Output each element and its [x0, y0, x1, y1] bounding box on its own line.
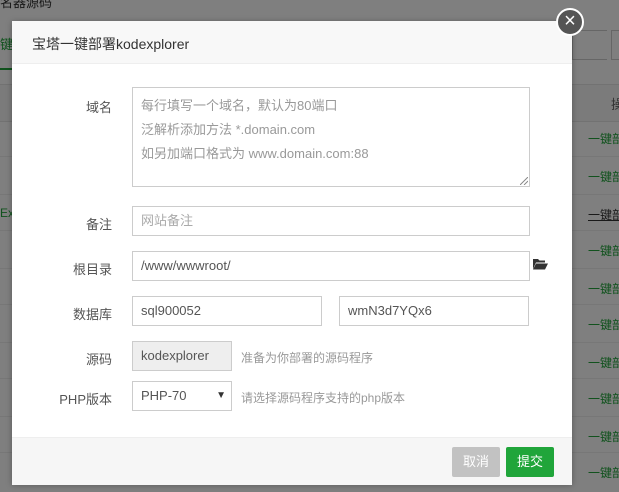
close-icon[interactable]: × [556, 8, 584, 36]
cancel-button[interactable]: 取消 [452, 447, 501, 477]
remark-input[interactable]: 网站备注 [132, 206, 530, 236]
root-dir-input[interactable]: /www/wwwroot/ [132, 251, 530, 281]
source-hint: 准备为你部署的源码程序 [241, 351, 374, 365]
php-version-select[interactable]: PHP-70 ▼ [132, 381, 232, 411]
source-label: 源码 [85, 352, 112, 367]
remark-label: 备注 [85, 217, 112, 232]
root-dir-label: 根目录 [72, 262, 112, 277]
domain-placeholder-line: 泛解析添加方法 *.domain.com [141, 122, 316, 137]
dropdown-arrow-icon: ▼ [216, 390, 226, 401]
dialog-footer: 取消 提交 [12, 437, 572, 485]
dialog-title: 宝塔一键部署kodexplorer [32, 36, 190, 52]
dialog-title-bar: 宝塔一键部署kodexplorer [12, 21, 572, 64]
domain-label: 域名 [85, 100, 112, 115]
domain-placeholder-line: 如另加端口格式为 www.domain.com:88 [141, 146, 369, 161]
domain-placeholder-line: 每行填写一个域名，默认为80端口 [141, 98, 338, 113]
php-version-label: PHP版本 [59, 392, 112, 407]
resize-handle-icon[interactable] [520, 177, 528, 185]
php-version-hint: 请选择源码程序支持的php版本 [241, 391, 406, 405]
database-name-input[interactable]: sql900052 [132, 296, 322, 326]
database-label: 数据库 [72, 307, 112, 322]
database-password-input[interactable]: wmN3d7YQx6 [339, 296, 529, 326]
domain-textarea[interactable]: 每行填写一个域名，默认为80端口 泛解析添加方法 *.domain.com 如另… [132, 87, 530, 187]
php-version-value: PHP-70 [141, 388, 187, 403]
source-input: kodexplorer [132, 341, 232, 371]
deploy-dialog: 宝塔一键部署kodexplorer 域名 每行填写一个域名，默认为80端口 泛解… [12, 21, 572, 485]
submit-button[interactable]: 提交 [506, 447, 555, 477]
folder-open-icon[interactable] [532, 257, 548, 271]
